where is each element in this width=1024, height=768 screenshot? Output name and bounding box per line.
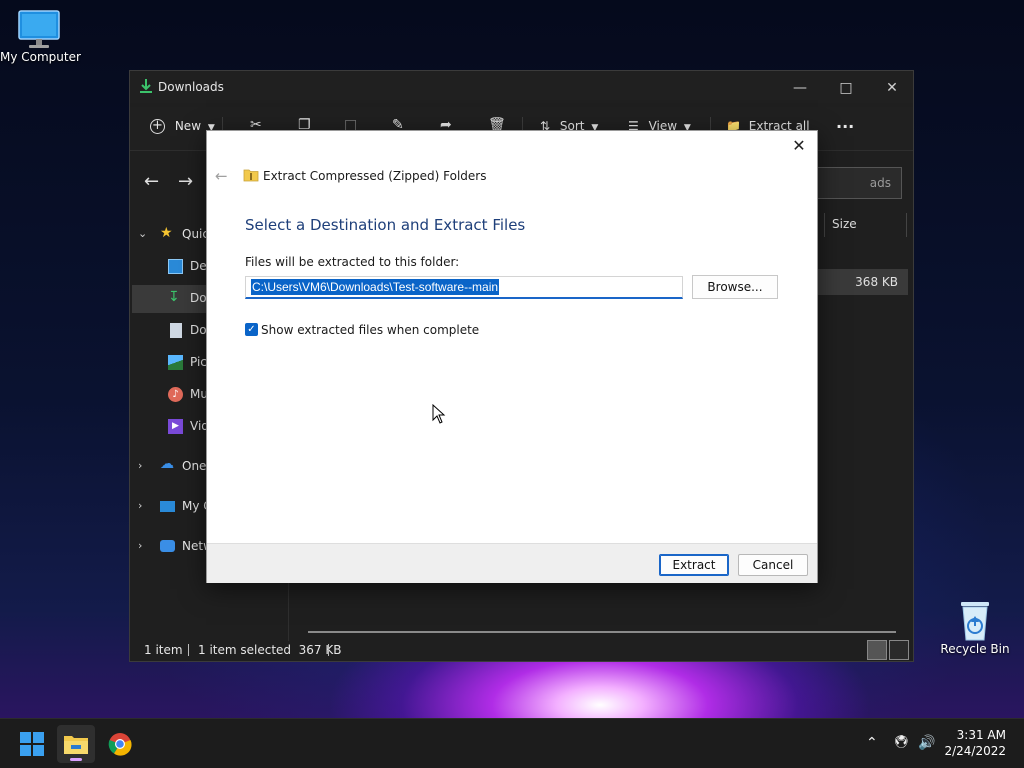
mouse-cursor-icon — [432, 404, 446, 424]
network-icon — [160, 540, 175, 552]
dialog-heading: Select a Destination and Extract Files — [245, 216, 526, 234]
file-size: 368 KB — [855, 275, 898, 289]
back-arrow-icon[interactable]: ← — [144, 171, 159, 192]
forward-arrow-icon[interactable]: → — [178, 171, 193, 192]
desktop-icon — [168, 259, 183, 274]
status-item-count: 1 item — [144, 643, 183, 657]
destination-path-input[interactable]: C:\Users\VM6\Downloads\Test-software--ma… — [245, 276, 683, 299]
maximize-button[interactable]: □ — [823, 75, 869, 101]
taskbar-chrome[interactable] — [101, 725, 139, 763]
column-divider[interactable] — [906, 213, 907, 237]
taskbar-file-explorer[interactable] — [57, 725, 95, 763]
windows-logo-icon — [20, 732, 44, 756]
music-icon: ♪ — [168, 387, 183, 402]
plus-circle-icon: + — [150, 119, 165, 134]
chevron-up-icon[interactable]: ⌃ — [866, 735, 878, 751]
dialog-title: Extract Compressed (Zipped) Folders — [263, 169, 487, 183]
dialog-close-button[interactable]: ✕ — [787, 135, 811, 157]
desktop-icon-my-computer[interactable]: My Computer — [0, 10, 81, 64]
zip-folder-icon — [243, 169, 259, 182]
chevron-down-icon[interactable]: ⌄ — [138, 227, 147, 240]
show-files-checkbox[interactable]: ✓ — [245, 323, 258, 336]
minimize-button[interactable]: — — [777, 75, 823, 101]
clock-date: 2/24/2022 — [944, 744, 1006, 758]
more-options-button[interactable]: ... — [836, 113, 854, 132]
start-button[interactable] — [13, 725, 51, 763]
pictures-icon — [168, 355, 183, 370]
monitor-icon — [18, 10, 60, 48]
browse-button[interactable]: Browse... — [692, 275, 778, 299]
sidebar-item-label: Quic — [182, 227, 209, 241]
destination-label: Files will be extracted to this folder: — [245, 255, 460, 269]
document-icon — [170, 323, 182, 338]
recycle-bin-icon — [961, 602, 989, 641]
chrome-icon — [108, 733, 132, 756]
extract-dialog: ✕ ← Extract Compressed (Zipped) Folders … — [206, 130, 818, 583]
network-status-icon[interactable]: 🖲 — [893, 735, 910, 750]
tiles-view-button[interactable] — [889, 640, 909, 660]
my-computer-label: My Computer — [0, 50, 81, 64]
download-icon: ↧ — [168, 289, 180, 305]
chevron-right-icon[interactable]: › — [138, 459, 142, 472]
explorer-titlebar[interactable]: Downloads — □ ✕ — [130, 71, 913, 103]
column-header-size[interactable]: Size — [832, 217, 857, 231]
chevron-right-icon[interactable]: › — [138, 499, 142, 512]
taskbar: ⌃ 🖲 🔊 3:31 AM 2/24/2022 — [0, 718, 1024, 768]
extract-button[interactable]: Extract — [659, 554, 729, 576]
status-separator — [328, 644, 329, 656]
computer-icon — [160, 501, 175, 512]
details-view-button[interactable] — [867, 640, 887, 660]
dialog-footer: Extract Cancel — [207, 543, 817, 583]
horizontal-scrollbar[interactable] — [308, 631, 896, 633]
recycle-bin-label: Recycle Bin — [940, 642, 1010, 656]
column-divider[interactable] — [824, 213, 825, 237]
star-icon: ★ — [160, 225, 173, 241]
explorer-title: Downloads — [158, 80, 224, 94]
status-bar: 1 item 1 item selected 367 KB — [130, 639, 913, 661]
destination-path-value: C:\Users\VM6\Downloads\Test-software--ma… — [251, 279, 500, 295]
close-button[interactable]: ✕ — [869, 75, 915, 101]
cancel-button[interactable]: Cancel — [738, 554, 808, 576]
chevron-right-icon[interactable]: › — [138, 539, 142, 552]
show-files-checkbox-label[interactable]: Show extracted files when complete — [261, 323, 479, 337]
status-separator — [188, 644, 189, 656]
taskbar-clock[interactable]: 3:31 AM 2/24/2022 — [944, 727, 1006, 759]
clock-time: 3:31 AM — [956, 728, 1006, 742]
video-icon: ▶ — [168, 419, 183, 434]
cloud-icon: ☁ — [160, 456, 174, 472]
new-label: New — [174, 119, 202, 133]
volume-icon[interactable]: 🔊 — [918, 735, 935, 751]
active-app-indicator — [70, 758, 82, 761]
status-selection: 1 item selected 367 KB — [198, 643, 342, 657]
folder-icon — [64, 736, 88, 754]
back-arrow-icon[interactable]: ← — [215, 167, 228, 185]
download-icon — [140, 79, 152, 93]
desktop-icon-recycle-bin[interactable]: Recycle Bin — [940, 598, 1010, 656]
